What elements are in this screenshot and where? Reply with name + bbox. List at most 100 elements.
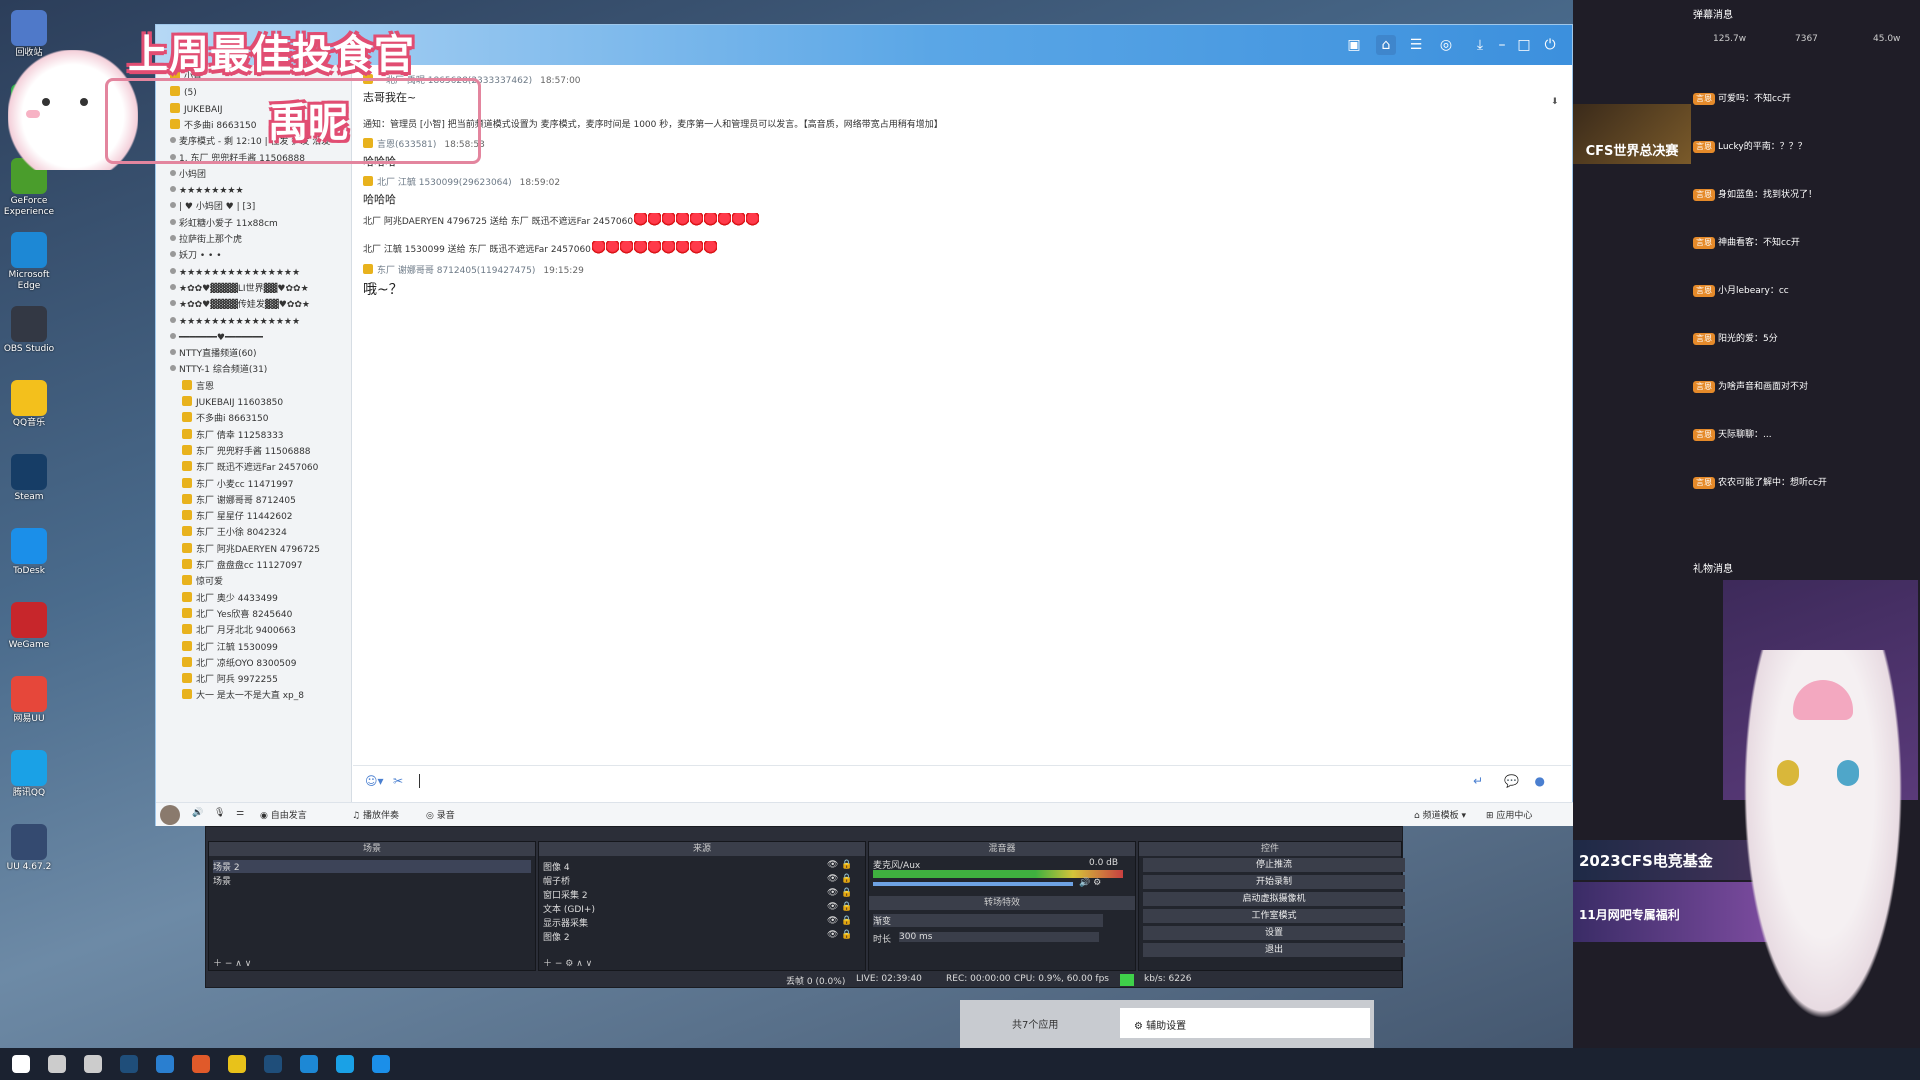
source-item[interactable]: 文本 (GDI+) 👁 🔒 [543, 902, 861, 915]
visibility-lock-icon[interactable]: 👁 🔒 [827, 916, 853, 926]
tree-row[interactable]: 东厂 盘盘盘cc 11127097 [156, 558, 351, 574]
taskbar-qq-icon[interactable] [336, 1055, 354, 1073]
source-controls[interactable]: ＋ − ⚙ ∧ ∨ [543, 956, 592, 969]
scene-item[interactable]: 场景 [213, 874, 231, 887]
danmaku-row[interactable]: 言恩 农农可能了解中：想听cc开 [1693, 474, 1918, 492]
tree-row[interactable]: 大一 是太一不是大直 xp_8 [156, 688, 351, 704]
tree-row[interactable]: 妖刀 • • • [156, 248, 351, 264]
taskbar-yy-icon[interactable] [228, 1055, 246, 1073]
scroll-down-icon[interactable]: ⬇ [1551, 97, 1563, 109]
chat-bubble-icon[interactable]: 💬 [1504, 774, 1519, 788]
danmaku-row[interactable]: 言恩 神曲看客：不知cc开 [1693, 234, 1918, 252]
desktop-icon[interactable]: Steam [2, 454, 56, 503]
gamepad-icon[interactable]: ◎ [1436, 35, 1456, 55]
tree-row[interactable]: 北厂 Yes欣喜 8245640 [156, 607, 351, 623]
tree-row[interactable]: 东厂 小麦cc 11471997 [156, 477, 351, 493]
volume-slider[interactable] [873, 882, 1073, 886]
minimize-icon[interactable]: – [1492, 35, 1512, 55]
source-item[interactable]: 图像 2 👁 🔒 [543, 930, 861, 943]
duration-input[interactable]: 300 ms [899, 932, 1099, 942]
desktop-icon[interactable]: ToDesk [2, 528, 56, 577]
danmaku-row[interactable]: 言恩 为啥声音和画面对不对 [1693, 378, 1918, 396]
tree-row[interactable]: ★★★★★★★★★★★★★★★ [156, 265, 351, 281]
danmaku-row[interactable]: 言恩 小月lebeary：cc [1693, 282, 1918, 300]
tree-row[interactable]: 北厂 月牙北北 9400663 [156, 623, 351, 639]
download-icon[interactable]: ⤓ [1470, 35, 1490, 55]
live-banner[interactable]: CFS世界总决赛 [1573, 104, 1691, 164]
tree-row[interactable]: 东厂 王小徐 8042324 [156, 525, 351, 541]
control-button[interactable]: 工作室模式 [1143, 909, 1405, 923]
record-button[interactable]: ◎ 录音 [426, 808, 455, 821]
tree-row[interactable]: 北厂 奥少 4433499 [156, 591, 351, 607]
maximize-icon[interactable]: □ [1514, 35, 1534, 55]
tree-row[interactable]: ★★★★★★★★★★★★★★★ [156, 314, 351, 330]
source-item[interactable]: 窗口采集 2 👁 🔒 [543, 888, 861, 901]
apps-button[interactable]: ⊞ 应用中心 [1486, 808, 1532, 821]
taskbar-todesk-icon[interactable] [372, 1055, 390, 1073]
danmaku-row[interactable]: 言恩 Lucky的平南：？？？ [1693, 138, 1918, 156]
power-icon[interactable]: ⏻ [1540, 35, 1560, 55]
taskbar-obs-icon[interactable] [192, 1055, 210, 1073]
tree-row[interactable]: ━━━━━━━♥━━━━━━━ [156, 330, 351, 346]
control-button[interactable]: 设置 [1143, 926, 1405, 940]
scene-controls[interactable]: ＋ − ∧ ∨ [213, 956, 251, 969]
music-button[interactable]: ♫ 播放伴奏 [352, 808, 399, 821]
tree-row[interactable]: 惊可爱 [156, 574, 351, 590]
avatar[interactable] [160, 805, 180, 825]
tree-row[interactable]: 不多曲i 8663150 [156, 411, 351, 427]
desktop-icon[interactable]: UU 4.67.2 [2, 824, 56, 873]
tree-row[interactable]: 小妈团 [156, 167, 351, 183]
tree-row[interactable]: 东厂 星星仔 11442602 [156, 509, 351, 525]
visibility-lock-icon[interactable]: 👁 🔒 [827, 888, 853, 898]
user-icon[interactable]: ● [1535, 774, 1545, 788]
taskbar-kugou-icon[interactable] [156, 1055, 174, 1073]
control-button[interactable]: 停止推流 [1143, 858, 1405, 872]
danmaku-row[interactable]: 言恩 可爱吗：不知cc开 [1693, 90, 1918, 108]
taskbar-taskview-icon[interactable] [84, 1055, 102, 1073]
list-icon[interactable]: ☰ [1406, 35, 1426, 55]
tree-row[interactable]: 彩虹糖小爱子 11x88cm [156, 216, 351, 232]
visibility-lock-icon[interactable]: 👁 🔒 [827, 860, 853, 870]
speaker-icon[interactable]: 🔊 [192, 808, 203, 818]
taskbar-search-icon[interactable] [48, 1055, 66, 1073]
tree-row[interactable]: 北厂 阿兵 9972255 [156, 672, 351, 688]
source-item[interactable]: 图像 4 👁 🔒 [543, 860, 861, 873]
taskbar-steam-icon[interactable] [120, 1055, 138, 1073]
scene-item[interactable]: 场景 2 [213, 860, 531, 873]
mic-icon[interactable]: 🎙 [214, 808, 225, 818]
tree-row[interactable]: 东厂 阿兆DAERYEN 4796725 [156, 542, 351, 558]
tree-row[interactable]: 东厂 倩幸 11258333 [156, 428, 351, 444]
desktop-icon[interactable]: WeGame [2, 602, 56, 651]
video-icon[interactable]: ▣ [1344, 35, 1364, 55]
tree-row[interactable]: 北厂 凉纸OYO 8300509 [156, 656, 351, 672]
tree-row[interactable]: NTTY-1 综合频道(31) [156, 362, 351, 378]
send-icon[interactable]: ↵ [1473, 774, 1483, 788]
template-button[interactable]: ⌂ 频道模板 ▾ [1414, 808, 1466, 821]
desktop-icon[interactable]: OBS Studio [2, 306, 56, 355]
tree-row[interactable]: 拉萨街上那个虎 [156, 232, 351, 248]
danmaku-row[interactable]: 言恩 阳光的爱：5分 [1693, 330, 1918, 348]
home-icon[interactable]: ⌂ [1376, 35, 1396, 55]
visibility-lock-icon[interactable]: 👁 🔒 [827, 930, 853, 940]
control-button[interactable]: 启动虚拟摄像机 [1143, 892, 1405, 906]
equalizer-icon[interactable]: ⚌ [236, 808, 244, 818]
visibility-lock-icon[interactable]: 👁 🔒 [827, 874, 853, 884]
tree-row[interactable]: | ♥ 小妈团 ♥ | [3] [156, 199, 351, 215]
tree-row[interactable]: ★✿✿♥▓▓▓▓LI世界▓▓♥✿✿★ [156, 281, 351, 297]
tree-row[interactable]: JUKEBAIJ 11603850 [156, 395, 351, 411]
visibility-lock-icon[interactable]: 👁 🔒 [827, 902, 853, 912]
danmaku-row[interactable]: 言恩 身如蓝鱼：找到状况了！ [1693, 186, 1918, 204]
desktop-icon[interactable]: 网易UU [2, 676, 56, 725]
taskbar-start-icon[interactable] [12, 1055, 30, 1073]
transition-select[interactable]: 渐变 [873, 914, 1103, 927]
danmaku-row[interactable]: 言恩 天际聊聊：... [1693, 426, 1918, 444]
taskbar-steam2-icon[interactable] [264, 1055, 282, 1073]
tree-row[interactable]: 言恩 [156, 379, 351, 395]
tree-row[interactable]: ★✿✿♥▓▓▓▓传娃发▓▓♥✿✿★ [156, 297, 351, 313]
emoji-icon[interactable]: ☺▾ [365, 774, 387, 788]
desktop-icon[interactable]: QQ音乐 [2, 380, 56, 429]
source-item[interactable]: 显示器采集 👁 🔒 [543, 916, 861, 929]
tree-row[interactable]: 东厂 兜兜籽手酱 11506888 [156, 444, 351, 460]
tree-row[interactable]: 北厂 江毓 1530099 [156, 640, 351, 656]
desktop-icon[interactable]: Microsoft Edge [2, 232, 56, 292]
